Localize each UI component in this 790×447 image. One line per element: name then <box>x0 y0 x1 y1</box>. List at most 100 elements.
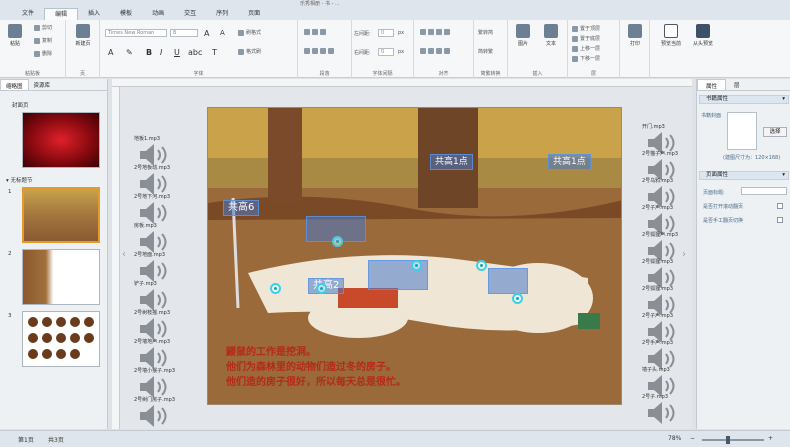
text-effect-icon[interactable]: T <box>212 48 217 57</box>
preview-start-button[interactable]: 从头预览 <box>690 24 716 47</box>
print-button[interactable]: 打印 <box>626 24 644 47</box>
tab-page[interactable]: 页面 <box>238 8 270 20</box>
align-text-icon[interactable] <box>304 48 336 55</box>
delete-icon <box>34 50 40 57</box>
distribute-icons[interactable] <box>420 48 452 55</box>
shrink-font-icon[interactable]: A <box>220 29 225 37</box>
size-hint: (建图尺寸为：120×168) <box>723 155 781 161</box>
editor-canvas[interactable]: ‹ › 共高1点 共高1点 共高6 共高2 鼹鼠的工作是挖洞。 他们为森林里的动… <box>112 79 692 429</box>
hotspot-marker-3[interactable] <box>270 283 281 294</box>
grow-font-icon[interactable]: A <box>204 29 209 38</box>
sound-label: 2号地下河.mp3 <box>134 194 170 200</box>
preview-current-button[interactable]: 预览当前 <box>658 24 684 47</box>
cut-button[interactable]: 剪切 <box>34 24 52 31</box>
simp-to-trad-button[interactable]: 简转繁 <box>478 48 493 55</box>
select-cover-button[interactable]: 选择 <box>763 127 787 137</box>
book-attributes-section[interactable]: 书籍属性 ▾ <box>699 95 789 104</box>
sound-item[interactable]: 2号子.mp3 <box>642 393 684 428</box>
manual-flip-checkbox[interactable] <box>777 217 783 223</box>
bullet-list-icon[interactable] <box>304 29 328 36</box>
section-label: ▾ 无标题节 <box>6 178 33 184</box>
left-spacing-input[interactable]: 0 <box>378 29 394 37</box>
char-spacing-group: 左间距: 0 px 右间距: 0 px 字体间隔 <box>352 20 414 78</box>
italic-icon[interactable]: I <box>160 48 162 57</box>
hotspot-marker-5[interactable] <box>476 260 487 271</box>
cover-thumbnail[interactable] <box>22 112 100 168</box>
zoom-slider-thumb[interactable] <box>726 436 730 444</box>
insert-picture-button[interactable]: 图片 <box>514 24 532 47</box>
sound-label: 2号树门房子.mp3 <box>134 397 175 403</box>
sound-label: 2号子声.mp3 <box>642 205 673 211</box>
new-page-icon <box>76 24 90 38</box>
move-down-icon <box>572 55 578 62</box>
bold-icon[interactable]: B <box>146 48 152 57</box>
move-up-button[interactable]: 上移一层 <box>572 45 600 52</box>
zoom-out-button[interactable]: − <box>690 435 695 442</box>
zoom-in-button[interactable]: + <box>768 435 773 442</box>
hotspot-box-1[interactable]: 共高1点 <box>430 154 473 170</box>
slide-number-1: 1 <box>8 189 12 195</box>
slide-thumbnail-1[interactable] <box>22 187 100 243</box>
book-cover-label: 书籍封面 <box>701 113 722 119</box>
story-line-1: 鼹鼠的工作是挖洞。 <box>226 347 316 358</box>
sound-label: 2号子.mp3 <box>642 394 668 400</box>
copy-button[interactable]: 复制 <box>34 37 52 44</box>
sound-label: 2号子声.mp3 <box>642 313 673 319</box>
clear-format-button[interactable]: 格式刷 <box>238 48 261 55</box>
slide-thumbnail-3[interactable] <box>22 311 100 367</box>
bring-front-icon <box>572 25 578 32</box>
tab-sequence[interactable]: 序列 <box>206 8 238 20</box>
tab-animation[interactable]: 动画 <box>142 8 174 20</box>
scroll-flip-checkbox[interactable] <box>777 203 783 209</box>
hotspot-marker-6[interactable] <box>512 293 523 304</box>
underline-icon[interactable]: U <box>174 48 180 57</box>
hotspot-marker-1[interactable] <box>332 236 343 247</box>
picture-icon <box>516 24 530 38</box>
align-objects-icons[interactable] <box>420 29 452 36</box>
page-attributes-section[interactable]: 页面属性 ▾ <box>699 171 789 180</box>
hotspot-box-3[interactable]: 共高6 <box>223 200 260 216</box>
new-page-button[interactable]: 新建页 <box>74 24 92 47</box>
prev-page-arrow[interactable]: ‹ <box>122 249 126 260</box>
sound-label: 房板.mp3 <box>134 223 157 229</box>
strikethrough-icon[interactable]: abc <box>188 48 202 57</box>
hotspot-marker-2[interactable] <box>411 260 422 271</box>
delete-button[interactable]: 删除 <box>34 50 52 57</box>
send-to-bottom-button[interactable]: 置于底层 <box>572 35 600 42</box>
sound-label: 地板1.mp3 <box>134 136 160 142</box>
zoom-slider[interactable] <box>702 436 764 444</box>
insert-text-button[interactable]: 文本 <box>542 24 560 47</box>
trad-to-simp-button[interactable]: 繁转简 <box>478 29 493 36</box>
tab-file[interactable]: 文件 <box>12 8 44 20</box>
highlight-icon[interactable]: ✎ <box>126 48 133 57</box>
slide-thumbnail-2[interactable] <box>22 249 100 305</box>
sound-label: 2号手声.mp3 <box>642 340 673 346</box>
page-title-input[interactable] <box>741 187 787 195</box>
status-bar: 第1页 共3页 78% − + <box>0 430 790 447</box>
tab-template[interactable]: 模板 <box>110 8 142 20</box>
paste-button[interactable]: 粘贴 <box>6 24 24 47</box>
tab-edit[interactable]: 编辑 <box>44 8 79 20</box>
right-spacing-input[interactable]: 0 <box>378 48 394 56</box>
slide-page[interactable]: 共高1点 共高1点 共高6 共高2 鼹鼠的工作是挖洞。 他们为森林里的动物们造过… <box>207 107 622 405</box>
font-group: Times New Roman 8 A A 刷格式 A ✎ B I U abc … <box>100 20 298 78</box>
sound-item[interactable]: 2号树门房子.mp3 <box>134 396 176 431</box>
bring-to-top-button[interactable]: 置于顶层 <box>572 25 600 32</box>
brush-format-button[interactable]: 刷格式 <box>238 29 261 36</box>
move-down-button[interactable]: 下移一层 <box>572 55 600 62</box>
tab-thumbnails[interactable]: 缩略图 <box>0 79 29 90</box>
hotspot-marker-4[interactable] <box>316 283 327 294</box>
left-spacing-unit: px <box>398 30 405 36</box>
tab-interaction[interactable]: 交互 <box>174 8 206 20</box>
total-pages: 共3页 <box>48 437 64 444</box>
tab-insert[interactable]: 插入 <box>78 8 110 20</box>
hotspot-box-2[interactable]: 共高1点 <box>548 154 591 170</box>
font-size-select[interactable]: 8 <box>170 29 198 37</box>
convert-group: 繁转简 简转繁 简繁转换 <box>474 20 508 78</box>
text-color-icon[interactable]: A <box>108 48 113 57</box>
tab-properties[interactable]: 属性 <box>697 79 727 90</box>
tab-resources[interactable]: 资源库 <box>29 79 56 90</box>
font-name-select[interactable]: Times New Roman <box>105 29 167 37</box>
tab-layers[interactable]: 层 <box>726 79 748 90</box>
hotspot-box-7[interactable] <box>488 268 528 294</box>
